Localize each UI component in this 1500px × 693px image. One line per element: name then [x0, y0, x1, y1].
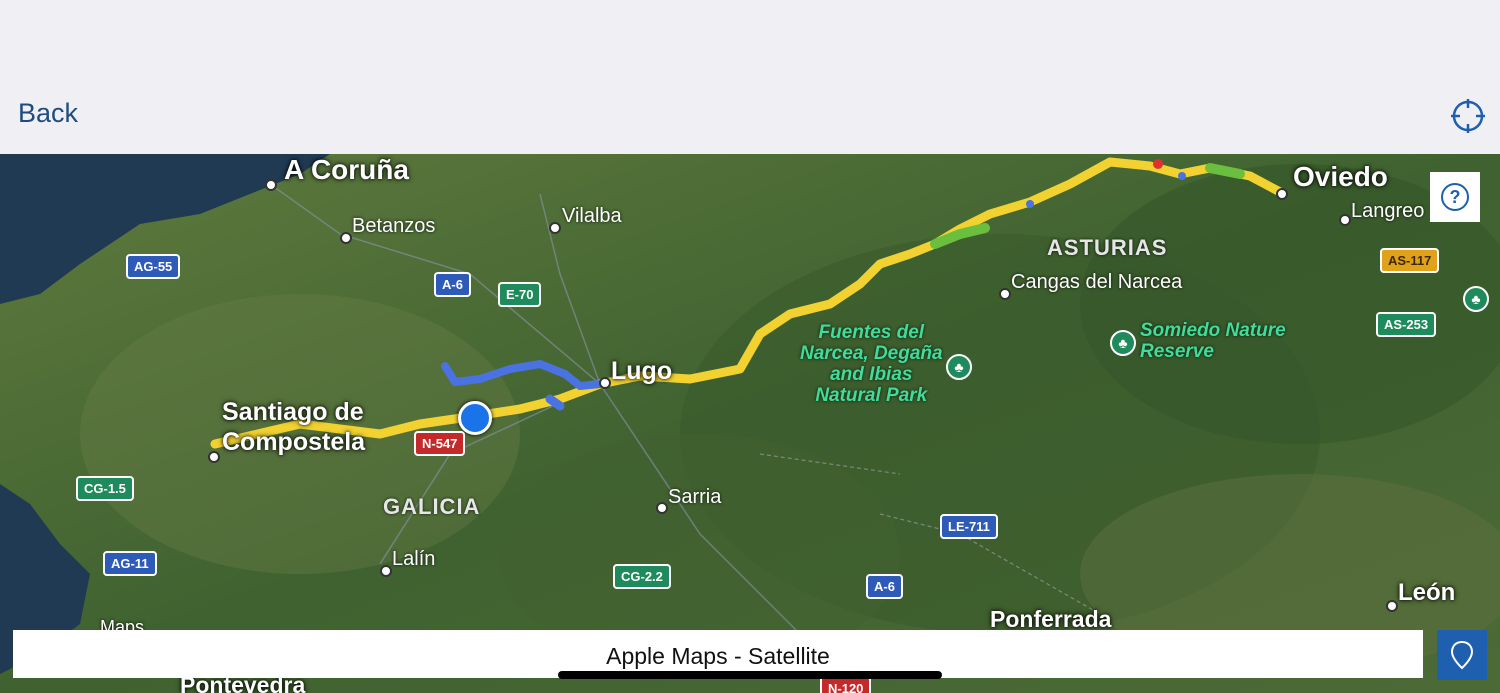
back-button[interactable]: Back: [18, 98, 78, 129]
navigation-bar: Back: [0, 0, 1500, 154]
town-marker: [549, 222, 561, 234]
city-label-ponferrada: Ponferrada: [990, 606, 1112, 632]
road-shield: A-6: [434, 272, 471, 297]
road-shield: AG-11: [103, 551, 157, 576]
road-shield: N-547: [414, 431, 466, 456]
park-label-fuentes: Fuentes del Narcea, Degaña and Ibias Nat…: [800, 322, 943, 406]
region-label-galicia: GALICIA: [383, 494, 481, 519]
road-shield: CG-2.2: [613, 564, 671, 589]
town-label-langreo: Langreo: [1351, 200, 1425, 222]
city-label-santiago-2: Compostela: [222, 428, 366, 456]
park-tree-icon: ♣: [1110, 330, 1136, 356]
park-line: Reserve: [1140, 341, 1214, 362]
city-marker: [265, 179, 277, 191]
city-marker: [1276, 188, 1288, 200]
park-line: Somiedo Nature: [1140, 320, 1286, 341]
town-label-sarria: Sarria: [668, 486, 722, 508]
road-shield: LE-711: [940, 514, 998, 539]
town-label-vilalba: Vilalba: [562, 205, 622, 227]
satellite-map[interactable]: A Coruña Betanzos Vilalba Lugo Santiago …: [0, 154, 1500, 693]
town-marker: [340, 232, 352, 244]
park-line: Narcea, Degaña: [800, 343, 943, 364]
current-location-marker[interactable]: [458, 401, 492, 435]
city-label-lugo: Lugo: [611, 357, 673, 385]
map-pin-icon: [1450, 640, 1474, 670]
road-shield: E-70: [498, 282, 542, 307]
town-marker: [1339, 214, 1351, 226]
region-label-asturias: ASTURIAS: [1047, 235, 1168, 260]
town-marker: [380, 565, 392, 577]
city-marker: [599, 377, 611, 389]
town-marker: [656, 502, 668, 514]
map-pin-button[interactable]: [1437, 630, 1487, 680]
road-shield: AG-55: [126, 254, 181, 279]
city-label-leon: León: [1398, 579, 1456, 606]
park-tree-icon: ♣: [946, 354, 972, 380]
town-label-betanzos: Betanzos: [352, 215, 436, 237]
town-label-cangas: Cangas del Narcea: [1011, 271, 1183, 293]
park-line: Fuentes del: [818, 322, 925, 343]
park-tree-icon: ♣: [1463, 286, 1489, 312]
city-marker: [1386, 600, 1398, 612]
city-label-a-coruna: A Coruña: [284, 154, 409, 185]
park-line: and Ibias: [830, 364, 913, 385]
town-marker: [999, 288, 1011, 300]
help-button[interactable]: ?: [1430, 172, 1480, 222]
crosshair-icon[interactable]: [1449, 97, 1487, 135]
city-label-oviedo: Oviedo: [1293, 161, 1388, 192]
city-label-santiago-1: Santiago de: [222, 398, 364, 426]
road-shield: AS-117: [1380, 248, 1440, 273]
home-indicator: [558, 671, 942, 679]
city-marker: [208, 451, 220, 463]
park-label-somiedo: Somiedo Nature Reserve: [1140, 320, 1286, 362]
town-label-lalin: Lalín: [392, 548, 436, 570]
park-line: Natural Park: [815, 385, 928, 406]
road-shield: A-6: [866, 574, 903, 599]
road-shield: CG-1.5: [76, 476, 134, 501]
question-icon: ?: [1441, 183, 1469, 211]
road-shield: AS-253: [1376, 312, 1437, 337]
